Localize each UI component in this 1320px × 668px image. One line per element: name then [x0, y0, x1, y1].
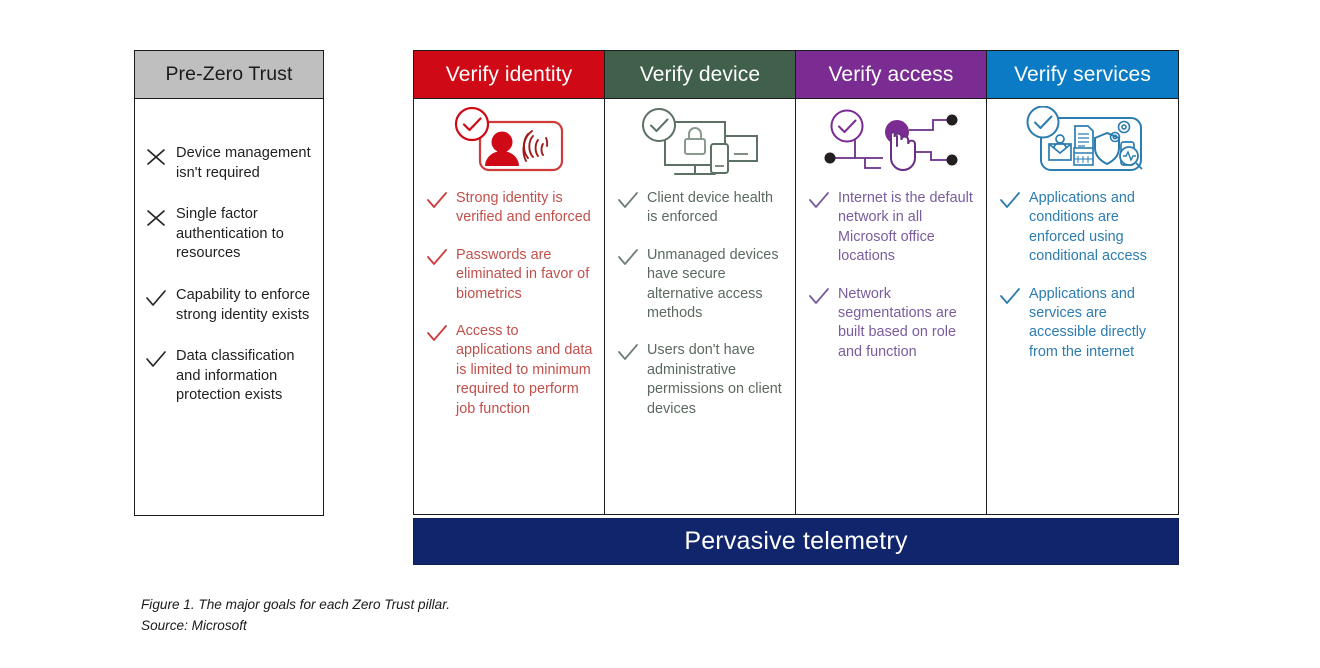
check-icon	[426, 247, 448, 269]
list-item-label: Capability to enforce strong identity ex…	[176, 286, 311, 323]
pillar-goal-list: Client device health is enforced Unmanag…	[605, 183, 795, 514]
list-item-label: Users don't have administrative permissi…	[647, 342, 782, 417]
id-card-fingerprint-icon	[414, 99, 604, 183]
list-item: Strong identity is verified and enforced	[426, 189, 594, 228]
pillar-verify-services: Verify services Applications and conditi…	[987, 51, 1178, 514]
pillar-goal-list: Strong identity is verified and enforced…	[414, 183, 604, 514]
pillar-verify-access: Verify access Internet is the default ne…	[796, 51, 987, 514]
figure-caption-line-2: Source: Microsoft	[141, 618, 247, 633]
list-item-label: Network segmentations are built based on…	[838, 285, 957, 360]
figure-caption: Figure 1. The major goals for each Zero …	[141, 594, 450, 636]
pillar-verify-device: Verify device Client device health is en…	[605, 51, 796, 514]
zero-trust-pillars-figure: Pre-Zero Trust Device management isn't r…	[0, 0, 1320, 668]
pervasive-telemetry-banner: Pervasive telemetry	[413, 518, 1179, 565]
list-item-label: Internet is the default network in all M…	[838, 190, 973, 265]
pervasive-telemetry-label: Pervasive telemetry	[684, 527, 908, 555]
check-icon	[999, 190, 1021, 212]
figure-caption-line-1: Figure 1. The major goals for each Zero …	[141, 597, 450, 612]
network-hand-click-icon	[796, 99, 986, 183]
list-item: Users don't have administrative permissi…	[617, 341, 785, 419]
check-icon	[426, 323, 448, 345]
pillar-title: Verify services	[1014, 62, 1151, 86]
list-item: Internet is the default network in all M…	[808, 189, 976, 267]
list-item-label: Client device health is enforced	[647, 190, 773, 226]
check-icon	[426, 190, 448, 212]
list-item-label: Unmanaged devices have secure alternativ…	[647, 246, 779, 322]
pre-zero-trust-header: Pre-Zero Trust	[135, 51, 323, 99]
list-item-label: Strong identity is verified and enforced	[456, 190, 591, 226]
devices-lock-icon	[605, 99, 795, 183]
pillar-header-verify-access: Verify access	[796, 51, 986, 99]
list-item: Data classification and information prot…	[145, 347, 315, 406]
check-icon	[145, 288, 167, 310]
check-icon	[808, 286, 830, 308]
check-icon	[617, 342, 639, 364]
check-icon	[999, 286, 1021, 308]
pre-zero-trust-title: Pre-Zero Trust	[165, 63, 293, 85]
list-item: Single factor authentication to resource…	[145, 205, 315, 264]
list-item: Network segmentations are built based on…	[808, 285, 976, 363]
pillar-title: Verify access	[828, 62, 954, 86]
pillar-header-verify-services: Verify services	[987, 51, 1178, 99]
list-item: Capability to enforce strong identity ex…	[145, 286, 315, 325]
pillar-header-verify-device: Verify device	[605, 51, 795, 99]
list-item: Access to applications and data is limit…	[426, 322, 594, 419]
services-apps-icon	[987, 99, 1178, 183]
pillar-title: Verify identity	[445, 62, 573, 86]
list-item: Device management isn't required	[145, 144, 315, 183]
check-icon	[808, 190, 830, 212]
list-item-label: Single factor authentication to resource…	[176, 206, 284, 262]
list-item-label: Data classification and information prot…	[176, 348, 295, 404]
check-icon	[617, 190, 639, 212]
list-item-label: Applications and services are accessible…	[1029, 285, 1147, 360]
list-item-label: Access to applications and data is limit…	[456, 323, 593, 417]
list-item: Unmanaged devices have secure alternativ…	[617, 246, 785, 324]
pillar-header-verify-identity: Verify identity	[414, 51, 604, 99]
pillar-goal-list: Applications and conditions are enforced…	[987, 183, 1178, 514]
pre-zero-trust-panel: Pre-Zero Trust Device management isn't r…	[134, 50, 324, 516]
list-item: Applications and conditions are enforced…	[999, 189, 1168, 267]
list-item-label: Applications and conditions are enforced…	[1029, 190, 1147, 265]
list-item-label: Device management isn't required	[176, 145, 311, 181]
check-icon	[145, 349, 167, 371]
zero-trust-pillars: Verify identity Strong identity is verif…	[413, 50, 1179, 565]
pillar-title: Verify device	[639, 62, 761, 86]
check-icon	[617, 247, 639, 269]
list-item-label: Passwords are eliminated in favor of bio…	[456, 246, 590, 302]
list-item: Passwords are eliminated in favor of bio…	[426, 246, 594, 304]
pillar-verify-identity: Verify identity Strong identity is verif…	[414, 51, 605, 514]
pillar-goal-list: Internet is the default network in all M…	[796, 183, 986, 514]
pillar-columns: Verify identity Strong identity is verif…	[413, 50, 1179, 515]
list-item: Applications and services are accessible…	[999, 285, 1168, 363]
pre-zero-trust-list: Device management isn't required Single …	[135, 99, 323, 515]
cross-icon	[145, 146, 167, 168]
list-item: Client device health is enforced	[617, 189, 785, 228]
cross-icon	[145, 207, 167, 229]
